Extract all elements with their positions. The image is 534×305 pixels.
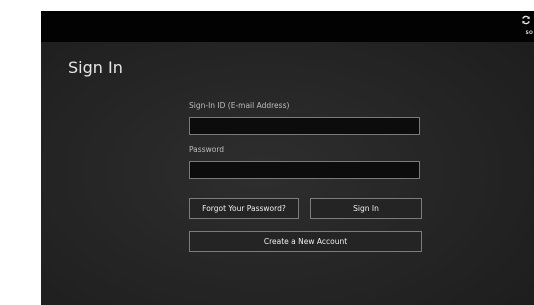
create-account-button[interactable]: Create a New Account — [189, 231, 422, 252]
password-field[interactable] — [189, 161, 420, 179]
password-label: Password — [189, 145, 225, 154]
signin-screen: SO Sign In Sign-In ID (E-mail Address) P… — [41, 11, 534, 305]
sync-icon — [522, 15, 530, 25]
top-status-bar: SO — [41, 11, 534, 42]
signin-id-field[interactable] — [189, 117, 420, 135]
sync-status-label: SO — [525, 31, 533, 36]
signin-id-label: Sign-In ID (E-mail Address) — [189, 101, 290, 110]
forgot-password-button[interactable]: Forgot Your Password? — [189, 198, 299, 219]
page-title: Sign In — [68, 58, 123, 77]
sign-in-button[interactable]: Sign In — [310, 198, 422, 219]
